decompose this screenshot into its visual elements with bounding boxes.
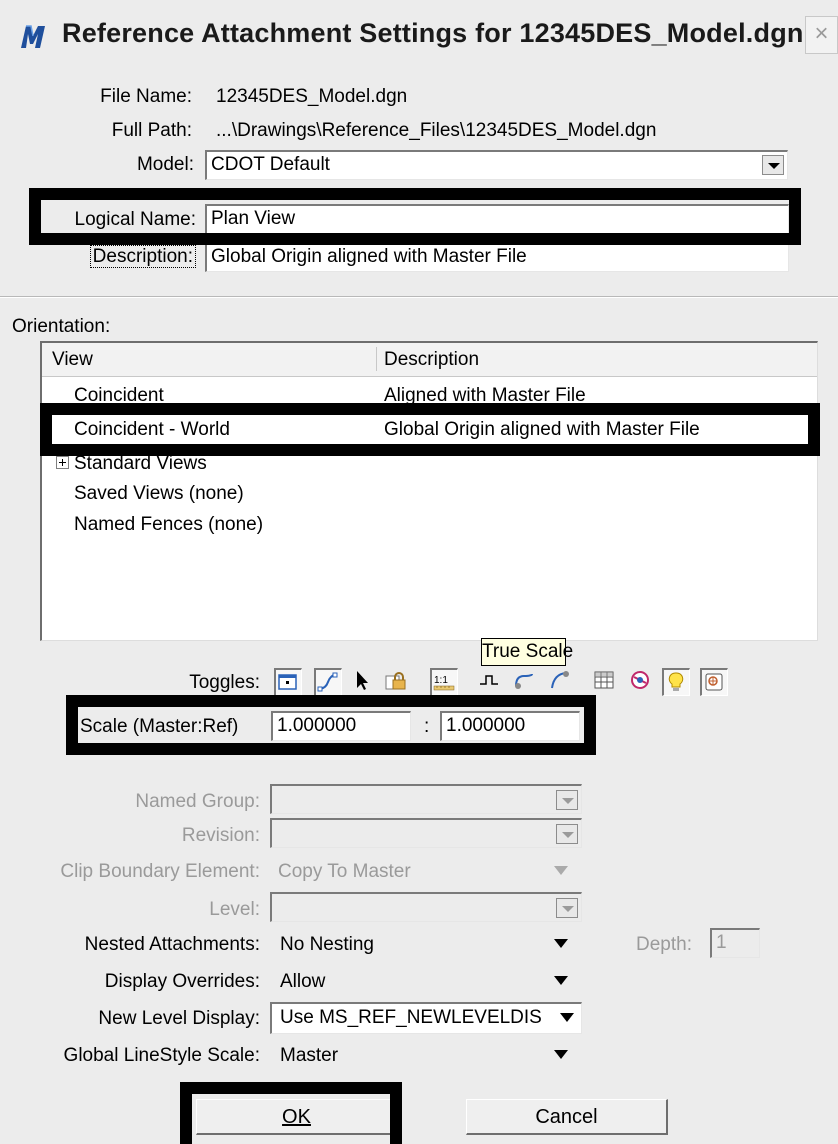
depth-input[interactable]: 1 <box>710 928 760 958</box>
display-overrides-label: Display Overrides: <box>104 971 260 992</box>
new-level-display-select[interactable]: Use MS_REF_NEWLEVELDIS <box>270 1002 582 1034</box>
new-level-display-value: Use MS_REF_NEWLEVELDIS <box>280 1007 542 1028</box>
row-view: Named Fences (none) <box>74 514 264 535</box>
named-group-select[interactable] <box>270 784 582 814</box>
scale-ref-input[interactable]: 1.000000 <box>440 711 580 741</box>
display-raster-icon[interactable] <box>700 668 728 696</box>
row-view: Coincident <box>74 385 164 403</box>
global-linestyle-scale-value[interactable]: Master <box>280 1045 338 1067</box>
full-path-label: Full Path: <box>111 120 192 141</box>
column-header-view[interactable]: View <box>52 349 93 371</box>
column-divider <box>376 347 377 371</box>
level-select[interactable] <box>270 892 582 922</box>
toggles-label: Toggles: <box>189 672 260 693</box>
orientation-row-named-fences[interactable]: Named Fences (none) <box>42 512 817 544</box>
revision-label: Revision: <box>181 825 260 846</box>
window-title: Reference Attachment Settings for 12345D… <box>62 18 804 48</box>
level-label: Level: <box>209 899 260 920</box>
list-header: View Description <box>42 343 817 377</box>
true-scale-icon[interactable]: 1:1 <box>430 668 458 696</box>
scale-line-styles-icon[interactable] <box>478 668 506 696</box>
revision-select[interactable] <box>270 818 582 848</box>
model-value: CDOT Default <box>211 154 330 175</box>
close-button[interactable]: × <box>805 16 838 54</box>
nested-attachments-value[interactable]: No Nesting <box>280 934 374 956</box>
row-description: Aligned with Master File <box>384 385 586 403</box>
true-scale-glyph: 1:1 <box>434 675 448 686</box>
orientation-row-coincident-world[interactable]: Coincident - World Global Origin aligned… <box>42 417 817 449</box>
new-level-display-dropdown-icon[interactable] <box>560 1013 574 1022</box>
level-display-icon[interactable] <box>592 668 620 696</box>
clip-boundary-label: Clip Boundary Element: <box>60 861 260 882</box>
scale-separator: : <box>424 716 430 737</box>
scale-master-input[interactable]: 1.000000 <box>271 711 411 741</box>
level-dropdown-button[interactable] <box>556 898 578 918</box>
scale-label: Scale (Master:Ref) <box>80 716 239 737</box>
ok-button[interactable]: OK <box>196 1099 398 1135</box>
logical-name-input[interactable]: Plan View <box>205 204 789 234</box>
model-dropdown-button[interactable] <box>762 155 784 175</box>
nested-attachments-dropdown-icon[interactable] <box>554 939 568 948</box>
snap-toggle-icon[interactable] <box>314 668 342 696</box>
true-scale-tooltip: True Scale <box>481 638 573 666</box>
file-name-label: File Name: <box>40 86 192 108</box>
lock-toggle-icon[interactable] <box>384 668 412 696</box>
orientation-label: Orientation: <box>12 316 111 337</box>
locate-toggle-icon[interactable] <box>350 668 378 696</box>
description-label-text: Description: <box>89 245 196 268</box>
named-group-dropdown-button[interactable] <box>556 790 578 810</box>
logical-name-value: Plan View <box>211 208 296 229</box>
display-toggle-icon[interactable] <box>274 668 302 696</box>
new-level-display-label: New Level Display: <box>98 1008 260 1029</box>
display-overrides-value[interactable]: Allow <box>280 971 325 993</box>
depth-label: Depth: <box>636 934 692 955</box>
row-view: Coincident - World <box>74 419 230 440</box>
cancel-button[interactable]: Cancel <box>466 1099 668 1135</box>
row-description: Global Origin aligned with Master File <box>384 419 700 440</box>
model-label: Model: <box>136 154 194 175</box>
file-name-value: 12345DES_Model.dgn <box>216 86 408 107</box>
clip-boundary-dropdown-icon[interactable] <box>554 866 568 875</box>
description-value: Global Origin aligned with Master File <box>211 246 527 267</box>
depth-value: 1 <box>716 932 727 953</box>
treat-as-element-icon[interactable] <box>548 668 576 696</box>
light-bulb-icon[interactable] <box>662 668 690 696</box>
expand-icon[interactable] <box>56 456 69 469</box>
clip-boundary-value[interactable]: Copy To Master <box>278 861 411 883</box>
row-view: Standard Views <box>74 453 207 474</box>
logical-name-label: Logical Name: <box>74 209 196 230</box>
section-divider <box>0 296 838 298</box>
nested-attachments-label: Nested Attachments: <box>84 934 260 955</box>
named-group-label: Named Group: <box>135 791 260 812</box>
orientation-row-saved-views[interactable]: Saved Views (none) <box>42 481 817 513</box>
orientation-row-standard-views[interactable]: Standard Views <box>42 451 817 483</box>
cancel-label: Cancel <box>535 1106 598 1128</box>
row-view: Saved Views (none) <box>74 483 244 504</box>
title-bar: Reference Attachment Settings for 12345D… <box>0 0 838 74</box>
ok-label: OK <box>282 1106 311 1128</box>
file-name-label-text: File Name: <box>100 86 192 107</box>
orientation-list[interactable]: View Description Coincident Aligned with… <box>40 341 818 641</box>
model-select[interactable]: CDOT Default <box>205 150 788 180</box>
description-input[interactable]: Global Origin aligned with Master File <box>205 242 789 272</box>
revision-dropdown-button[interactable] <box>556 824 578 844</box>
orientation-row-coincident[interactable]: Coincident Aligned with Master File <box>42 381 817 403</box>
global-linestyle-scale-label: Global LineStyle Scale: <box>63 1045 260 1066</box>
column-header-description[interactable]: Description <box>384 349 479 371</box>
description-label: Description: <box>40 245 196 268</box>
full-path-value: ...\Drawings\Reference_Files\12345DES_Mo… <box>216 120 657 141</box>
display-overrides-dropdown-icon[interactable] <box>554 976 568 985</box>
scale-ref-value: 1.000000 <box>446 715 526 736</box>
microstation-app-icon <box>21 25 45 48</box>
georeference-icon[interactable] <box>628 668 656 696</box>
ignore-attachment-icon[interactable] <box>512 668 540 696</box>
scale-master-value: 1.000000 <box>277 715 357 736</box>
global-linestyle-scale-dropdown-icon[interactable] <box>554 1050 568 1059</box>
